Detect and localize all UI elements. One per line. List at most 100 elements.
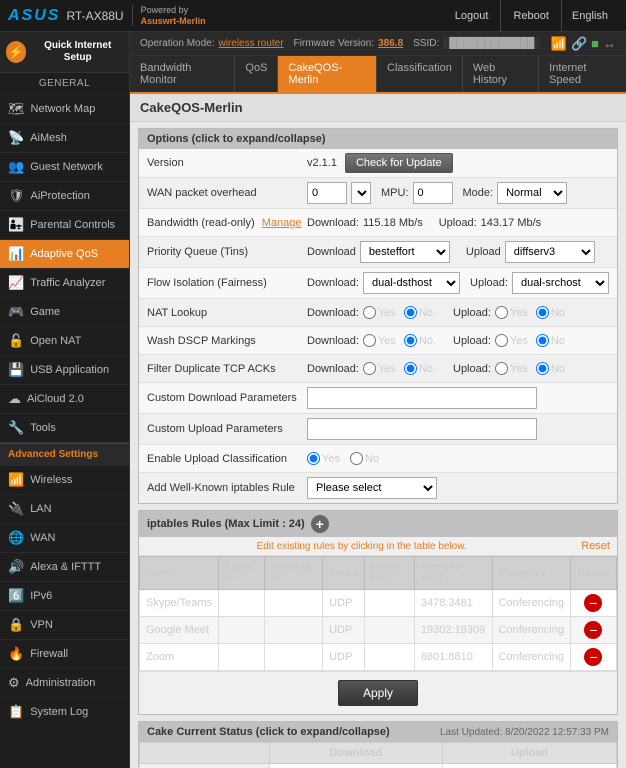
wash-dl-yes-label[interactable]: Yes [363,334,396,347]
custom-ul-input[interactable] [307,418,537,440]
lang-select[interactable]: English [562,0,618,32]
filter-dl-no-label[interactable]: No [404,362,433,375]
nat-ul-yes-radio[interactable] [495,306,508,319]
apply-button[interactable]: Apply [338,680,418,706]
wash-ul-no-radio[interactable] [536,334,549,347]
wifi-icons: 📶 🔗 ■ ↔ [551,36,616,52]
eu-no-radio[interactable] [350,452,363,465]
nat-ul-yes-label[interactable]: Yes [495,306,528,319]
status-section-header[interactable]: Cake Current Status (click to expand/col… [139,722,617,742]
sidebar-item-aicloud[interactable]: ☁ AiCloud 2.0 [0,385,129,414]
nat-ul-no-label[interactable]: No [536,306,565,319]
sidebar-item-adaptive-qos[interactable]: 📊 Adaptive QoS [0,240,129,269]
tab-internet-speed[interactable]: Internet Speed [539,56,626,92]
last-updated-text: Last Updated: 8/20/2022 12:57:33 PM [440,727,609,738]
filter-dl-yes-radio[interactable] [363,362,376,375]
status-col-download: Download [270,743,443,764]
nat-dl-yes-label[interactable]: Yes [363,306,396,319]
tabs-bar: Bandwidth Monitor QoS CakeQOS-Merlin Cla… [130,56,626,94]
sidebar-item-aiprotection[interactable]: 🛡 AiProtection [0,182,129,211]
filter-ul-yes-radio[interactable] [495,362,508,375]
pq-download-select[interactable]: besteffort bulk video voice [360,241,450,263]
filter-ul-yes-label[interactable]: Yes [495,362,528,375]
iptables-table: Name Local IP Remote IP Proto Local Port… [139,556,617,671]
pq-upload-select[interactable]: diffserv3 diffserv4 besteffort [505,241,595,263]
nat-dl-no-label[interactable]: No [404,306,433,319]
wash-ul-yes-radio[interactable] [495,334,508,347]
sidebar-item-wan[interactable]: 🌐 WAN [0,524,129,553]
wash-dl-no-label[interactable]: No [404,334,433,347]
op-mode-value[interactable]: wireless router [219,38,284,49]
nav-reboot[interactable]: Reboot [501,0,561,32]
nat-ul-no-radio[interactable] [536,306,549,319]
eu-yes-label[interactable]: Yes [307,452,340,465]
sidebar-item-open-nat[interactable]: 🔓 Open NAT [0,327,129,356]
iptables-header-text: iptables Rules (Max Limit : 24) [147,518,305,530]
sidebar-item-firewall[interactable]: 🔥 Firewall [0,640,129,669]
eu-no-label[interactable]: No [350,452,379,465]
sidebar-item-network-map[interactable]: 🗺 Network Map [0,95,129,124]
manage-link[interactable]: Manage [262,217,302,229]
sidebar-item-administration[interactable]: ⚙ Administration [0,669,129,698]
wan-overhead-input[interactable] [307,182,347,204]
tab-cakeqos[interactable]: CakeQOS-Merlin [278,56,377,92]
sidebar-item-vpn[interactable]: 🔒 VPN [0,611,129,640]
upload-bw-value: 143.17 Mb/s [481,217,542,229]
sidebar-item-tools[interactable]: 🔧 Tools [0,414,129,443]
sidebar-item-aimesh[interactable]: 📡 AiMesh [0,124,129,153]
delete-row-0-button[interactable]: − [584,594,602,612]
eu-yes-radio[interactable] [307,452,320,465]
fi-ul-label: Upload: [470,277,508,289]
nav-logout[interactable]: Logout [443,0,502,32]
game-icon: 🎮 [8,304,24,320]
filter-ul-no-radio[interactable] [536,362,549,375]
enable-upload-label: Enable Upload Classification [147,453,307,465]
tab-web-history[interactable]: Web History [463,56,539,92]
mode-select[interactable]: Normal Piece of Cake DOCSIS [497,182,567,204]
sidebar-item-guest-network[interactable]: 👥 Guest Network [0,153,129,182]
delete-row-1-button[interactable]: − [584,621,602,639]
sidebar-item-usb-application[interactable]: 💾 USB Application [0,356,129,385]
iptables-section: iptables Rules (Max Limit : 24) + Edit e… [138,510,618,715]
wash-dl-yes-radio[interactable] [363,334,376,347]
mpu-input[interactable] [413,182,453,204]
enable-upload-row: Enable Upload Classification Yes No [139,445,617,473]
sidebar-item-game[interactable]: 🎮 Game [0,298,129,327]
filter-dl-yes-label[interactable]: Yes [363,362,396,375]
table-row[interactable]: Zoom UDP 8801:8810 Conferencing − [140,644,617,671]
wash-dl-no-radio[interactable] [404,334,417,347]
delete-row-2-button[interactable]: − [584,648,602,666]
version-label: Version [147,157,307,169]
add-rule-select[interactable]: Please select Skype/Teams Google Meet Zo… [307,477,437,499]
fi-upload-select[interactable]: dual-srchost dual-dsthost triple-isolate [512,272,609,294]
wash-ul-yes-label[interactable]: Yes [495,334,528,347]
sidebar-item-alexa[interactable]: 🔊 Alexa & IFTTT [0,553,129,582]
alexa-icon: 🔊 [8,559,24,575]
filter-dl-no-radio[interactable] [404,362,417,375]
sidebar-item-wireless[interactable]: 📶 Wireless [0,466,129,495]
custom-dl-row: Custom Download Parameters [139,383,617,414]
sidebar-item-lan[interactable]: 🔌 LAN [0,495,129,524]
tab-classification[interactable]: Classification [377,56,463,92]
sidebar-quick-setup[interactable]: ⚡ Quick Internet Setup [0,32,129,73]
sidebar-item-system-log[interactable]: 📋 System Log [0,698,129,726]
reset-link[interactable]: Reset [581,540,610,552]
add-rule-icon[interactable]: + [311,515,329,533]
sidebar-item-traffic-analyzer[interactable]: 📈 Traffic Analyzer [0,269,129,298]
sidebar-item-ipv6[interactable]: 6️⃣ IPv6 [0,582,129,611]
table-row[interactable]: Skype/Teams UDP 3478:3481 Conferencing − [140,590,617,617]
table-row[interactable]: Google Meet UDP 19302:19309 Conferencing… [140,617,617,644]
wan-icon: 🌐 [8,530,24,546]
filter-ul-no-label[interactable]: No [536,362,565,375]
tab-bandwidth-monitor[interactable]: Bandwidth Monitor [130,56,235,92]
wash-ul-no-label[interactable]: No [536,334,565,347]
nat-dl-no-radio[interactable] [404,306,417,319]
check-update-button[interactable]: Check for Update [345,153,453,173]
fi-download-select[interactable]: dual-dsthost dual-srchost triple-isolate [363,272,460,294]
sidebar-item-parental-controls[interactable]: 👨‍👧 Parental Controls [0,211,129,240]
tab-qos[interactable]: QoS [235,56,278,92]
custom-dl-input[interactable] [307,387,537,409]
nat-dl-yes-radio[interactable] [363,306,376,319]
wan-overhead-arrow[interactable]: ▼ [351,182,371,204]
options-section-header[interactable]: Options (click to expand/collapse) [139,129,617,149]
